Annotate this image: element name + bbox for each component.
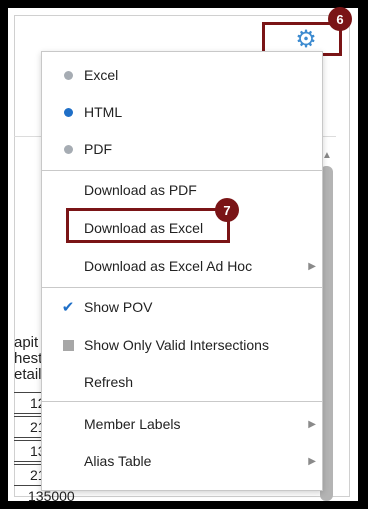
menu-item-label: Member Labels <box>84 416 181 432</box>
menu-item-format-excel[interactable]: Excel <box>42 59 322 91</box>
menu-item-label: Show POV <box>84 299 153 315</box>
square-icon <box>62 339 74 351</box>
menu-item-download-pdf[interactable]: Download as PDF <box>42 174 322 206</box>
menu-item-label: HTML <box>84 104 123 120</box>
grid-cell[interactable]: 13 <box>14 440 42 462</box>
menu-item-label: Alias Table <box>84 453 152 469</box>
step-badge-6: 6 <box>328 7 352 31</box>
menu-item-label: Download as PDF <box>84 182 197 198</box>
cell-fragment: apit <box>14 334 39 351</box>
menu-item-format-pdf[interactable]: PDF <box>42 133 322 165</box>
menu-item-member-labels[interactable]: Member Labels ▶ <box>42 408 322 440</box>
download-excel-highlight-box <box>66 208 230 243</box>
cell-fragment: etail <box>14 366 42 383</box>
grid-cell[interactable]: 21 <box>14 416 42 438</box>
settings-dropdown-menu: Excel HTML PDF Download as PDF Download … <box>41 51 323 491</box>
submenu-arrow-icon: ▶ <box>308 260 316 272</box>
menu-separator <box>42 287 322 288</box>
data-grid: 12 21 13 21 <box>14 392 42 488</box>
menu-item-label: Refresh <box>84 374 134 390</box>
menu-item-download-excel-adhoc[interactable]: Download as Excel Ad Hoc ▶ <box>42 250 322 282</box>
submenu-arrow-icon: ▶ <box>308 418 316 430</box>
radio-dot-icon <box>63 70 73 80</box>
radio-dot-selected-icon <box>63 107 73 117</box>
submenu-arrow-icon: ▶ <box>308 455 316 467</box>
grid-cell[interactable]: 21 <box>14 464 42 486</box>
check-icon: ✔ <box>61 299 75 316</box>
radio-dot-icon <box>63 144 73 154</box>
menu-item-valid-intersections[interactable]: Show Only Valid Intersections <box>42 329 322 361</box>
menu-separator <box>42 401 322 402</box>
menu-item-alias-table[interactable]: Alias Table ▶ <box>42 445 322 477</box>
menu-item-label: Excel <box>84 67 119 83</box>
menu-separator <box>42 170 322 171</box>
menu-item-label: Show Only Valid Intersections <box>84 337 269 353</box>
grid-cell[interactable]: 12 <box>14 392 42 414</box>
cell-fragment: hest <box>14 350 43 367</box>
step-badge-7: 7 <box>215 198 239 222</box>
menu-item-show-pov[interactable]: ✔ Show POV <box>42 291 322 323</box>
menu-item-format-html[interactable]: HTML <box>42 96 322 128</box>
menu-item-refresh[interactable]: Refresh <box>42 366 322 398</box>
menu-item-label: PDF <box>84 141 112 157</box>
menu-item-label: Download as Excel Ad Hoc <box>84 258 253 274</box>
